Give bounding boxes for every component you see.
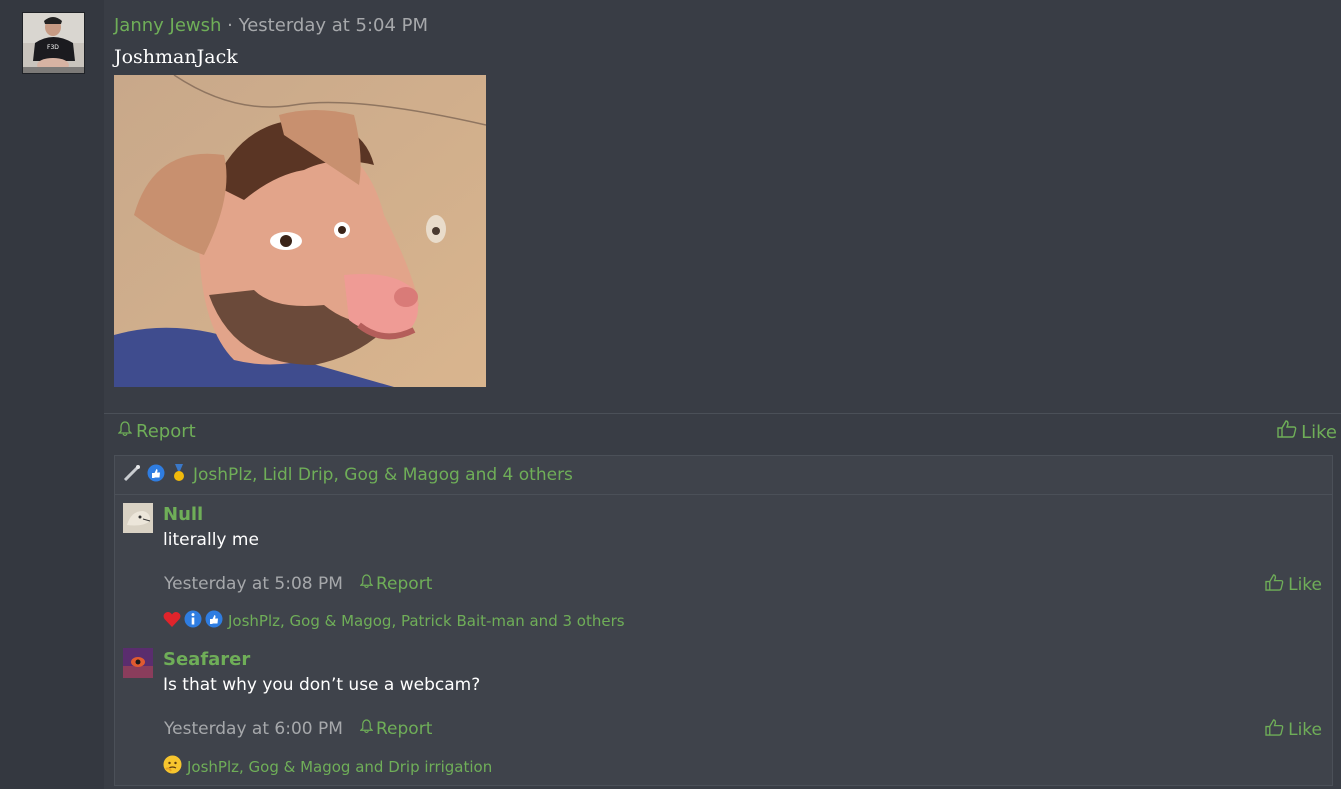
info-icon bbox=[184, 610, 202, 632]
report-label: Report bbox=[376, 719, 433, 739]
report-label: Report bbox=[136, 421, 196, 442]
reply-item: Null literally me Yesterday at 5:08 PM R… bbox=[114, 495, 1333, 641]
bell-icon bbox=[117, 420, 133, 444]
bell-icon bbox=[359, 574, 374, 594]
reply-author-link[interactable]: Null bbox=[163, 504, 203, 525]
like-button[interactable]: Like bbox=[1277, 420, 1337, 445]
reactions-users-link[interactable]: JoshPlz, Gog & Magog, Patrick Bait-man a… bbox=[228, 612, 625, 630]
like-button[interactable]: Like bbox=[1265, 574, 1322, 596]
bell-icon bbox=[359, 719, 374, 739]
thumbs-up-icon bbox=[1265, 719, 1284, 741]
reactions-users-link[interactable]: JoshPlz, Gog & Magog and Drip irrigation bbox=[187, 758, 492, 776]
post-reactions-bar[interactable]: JoshPlz, Lidl Drip, Gog & Magog and 4 ot… bbox=[114, 455, 1333, 495]
post-header: Janny Jewsh · Yesterday at 5:04 PM bbox=[114, 14, 428, 38]
reply-timestamp[interactable]: Yesterday at 6:00 PM bbox=[164, 719, 343, 739]
thumbs-up-reaction-icon bbox=[147, 464, 165, 486]
post-title-text: JoshmanJack bbox=[114, 46, 238, 68]
like-button[interactable]: Like bbox=[1265, 719, 1322, 741]
like-label: Like bbox=[1288, 720, 1322, 740]
post-image[interactable] bbox=[114, 75, 486, 387]
reply-reactions[interactable]: JoshPlz, Gog & Magog and Drip irrigation bbox=[163, 755, 492, 778]
thinking-face-icon bbox=[163, 755, 182, 778]
actions-divider bbox=[104, 413, 1341, 414]
post-author-link[interactable]: Janny Jewsh bbox=[114, 15, 221, 36]
thumbs-up-reaction-icon bbox=[205, 610, 223, 632]
avatar[interactable] bbox=[123, 648, 153, 678]
reply-text: literally me bbox=[163, 530, 259, 550]
report-button[interactable]: Report bbox=[117, 420, 196, 444]
post-timestamp[interactable]: Yesterday at 5:04 PM bbox=[239, 15, 428, 36]
report-label: Report bbox=[376, 574, 433, 594]
post-actions-bar: Report Like bbox=[104, 420, 1341, 444]
heart-icon bbox=[163, 611, 181, 632]
reply-reactions[interactable]: JoshPlz, Gog & Magog, Patrick Bait-man a… bbox=[163, 610, 625, 632]
reply-item: Seafarer Is that why you don’t use a web… bbox=[114, 640, 1333, 786]
forum-post: F3D Janny Jewsh · Yesterday at 5:04 PM J… bbox=[0, 0, 1341, 789]
reply-text: Is that why you don’t use a webcam? bbox=[163, 675, 481, 695]
post-user-gutter: F3D bbox=[0, 0, 105, 789]
thumbs-up-icon bbox=[1277, 420, 1297, 445]
like-label: Like bbox=[1301, 421, 1337, 443]
avatar[interactable] bbox=[123, 503, 153, 533]
svg-text:F3D: F3D bbox=[47, 44, 59, 51]
avatar[interactable]: F3D bbox=[22, 12, 85, 74]
like-label: Like bbox=[1288, 575, 1322, 595]
reply-timestamp[interactable]: Yesterday at 5:08 PM bbox=[164, 574, 343, 594]
syringe-icon bbox=[123, 464, 141, 486]
header-separator: · bbox=[227, 15, 233, 36]
reactions-users-link[interactable]: JoshPlz, Lidl Drip, Gog & Magog and 4 ot… bbox=[193, 465, 573, 485]
medal-icon bbox=[171, 464, 187, 486]
report-button[interactable]: Report bbox=[359, 574, 433, 594]
reply-author-link[interactable]: Seafarer bbox=[163, 649, 250, 670]
post-main: Janny Jewsh · Yesterday at 5:04 PM Joshm… bbox=[104, 0, 1341, 789]
report-button[interactable]: Report bbox=[359, 719, 433, 739]
thumbs-up-icon bbox=[1265, 574, 1284, 596]
